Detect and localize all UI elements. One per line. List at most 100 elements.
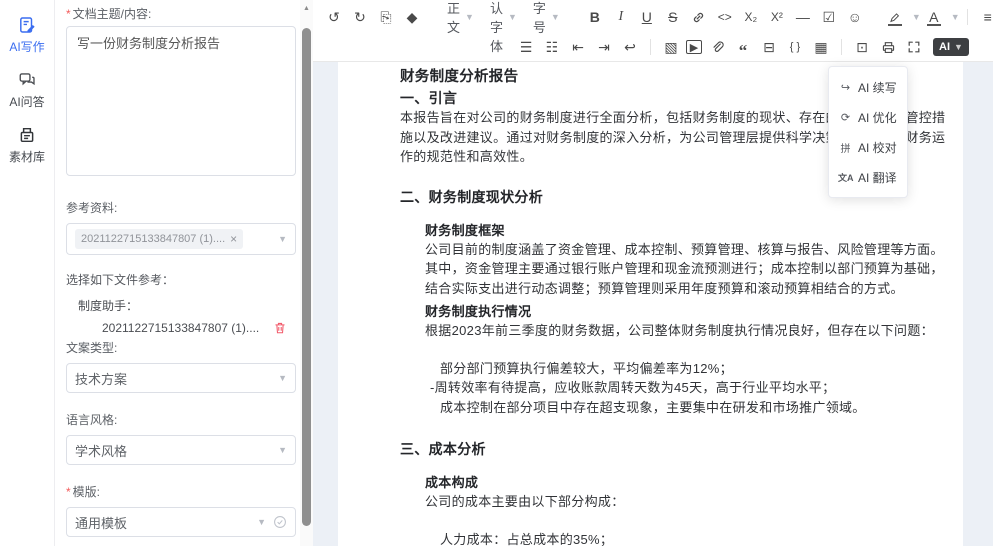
copy-type-label: 文案类型:	[66, 339, 295, 356]
toolbar-divider	[841, 39, 842, 55]
bold-icon[interactable]: B	[584, 6, 606, 28]
translate-icon: 文A	[838, 171, 853, 184]
chat-bubbles-icon	[0, 71, 54, 91]
italic-icon[interactable]: I	[610, 6, 632, 28]
ai-dropdown-menu: ↪ AI 续写 ⟳ AI 优化 拼 AI 校对 文A AI 翻译	[828, 66, 908, 198]
scrollbar-thumb[interactable]	[302, 28, 311, 526]
sidebar-item-material-library[interactable]: 素材库	[0, 126, 54, 165]
required-asterisk: *	[66, 485, 71, 499]
language-style-select[interactable]: 学术风格 ▼	[66, 435, 296, 465]
doc-issue-item: 成本控制在部分项目中存在超支现象，主要集中在研发和市场推广领域。	[440, 398, 951, 418]
embed-page-icon[interactable]: ⊡	[851, 36, 873, 58]
topic-input[interactable]: 写一份财务制度分析报告	[66, 26, 296, 176]
code-block-icon[interactable]: { }	[784, 36, 806, 58]
referenced-file-name: 2021122715133847807 (1)....	[102, 321, 273, 335]
highlight-color-icon[interactable]	[884, 6, 906, 28]
template-label: *模版:	[66, 483, 295, 500]
format-painter-icon[interactable]: ⎘	[375, 6, 397, 28]
referenced-file-row: 2021122715133847807 (1)....	[66, 321, 295, 335]
blockquote-icon[interactable]: “	[732, 36, 754, 58]
sidebar-item-label: 素材库	[0, 148, 54, 165]
topic-label: *文档主题/内容:	[66, 5, 295, 22]
proofread-icon: 拼	[838, 140, 853, 155]
redo-icon[interactable]: ↻	[349, 6, 371, 28]
fullscreen-icon[interactable]	[903, 36, 925, 58]
required-asterisk: *	[66, 7, 71, 21]
checkbox-icon[interactable]: ☑	[818, 6, 840, 28]
chevron-down-icon[interactable]: ▼	[951, 12, 960, 22]
reference-select[interactable]: 2021122715133847807 (1).... × ▼	[66, 223, 296, 255]
doc-paragraph: 公司目前的制度涵盖了资金管理、成本控制、预算管理、核算与报告、风险管理等方面。其…	[425, 240, 951, 299]
font-color-icon[interactable]: A	[923, 6, 945, 28]
chevron-down-icon: ▼	[278, 445, 287, 455]
menu-item-ai-translate[interactable]: 文A AI 翻译	[829, 162, 907, 192]
app-sidebar: AI写作 AI问答 素材库	[0, 0, 55, 546]
divider-block-icon[interactable]: ⊟	[758, 36, 780, 58]
outdent-icon[interactable]: ⇤	[567, 36, 589, 58]
doc-issue-item: 部分部门预算执行偏差较大，平均偏差率为12%；	[440, 359, 951, 379]
font-family-select[interactable]: 默认字体▼	[490, 0, 517, 55]
chevron-down-icon: ▼	[278, 234, 287, 244]
doc-issue-item: -周转效率有待提高，应收账款周转天数为45天，高于行业平均水平；	[430, 378, 951, 398]
menu-item-ai-continue[interactable]: ↪ AI 续写	[829, 72, 907, 102]
assistant-label: 制度助手：	[66, 297, 295, 314]
undo-icon[interactable]: ↺	[323, 6, 345, 28]
emoji-icon[interactable]: ☺	[844, 6, 866, 28]
reference-label: 参考资料:	[66, 199, 295, 216]
optimize-icon: ⟳	[838, 111, 853, 124]
reference-file-tag[interactable]: 2021122715133847807 (1).... ×	[75, 229, 243, 249]
sidebar-item-label: AI写作	[0, 38, 54, 55]
doc-heading-execution: 财务制度执行情况	[425, 302, 951, 321]
video-icon[interactable]: ▶	[686, 40, 702, 54]
chevron-down-icon: ▼	[278, 373, 287, 383]
indent-icon[interactable]: ⇥	[593, 36, 615, 58]
scroll-up-arrow-icon[interactable]: ▲	[302, 5, 311, 12]
doc-heading-section3: 三、成本分析	[400, 439, 951, 459]
superscript-icon[interactable]: X²	[766, 6, 788, 28]
delete-file-icon[interactable]	[273, 321, 287, 335]
image-icon[interactable]: ▧	[660, 36, 682, 58]
chevron-down-icon: ▼	[954, 42, 963, 52]
doc-heading-framework: 财务制度框架	[425, 221, 951, 240]
tag-close-icon[interactable]: ×	[230, 232, 237, 246]
toolbar-divider	[650, 39, 651, 55]
subscript-icon[interactable]: X₂	[740, 6, 762, 28]
font-size-select[interactable]: 字号▼	[533, 0, 560, 36]
template-check-icon[interactable]	[273, 515, 287, 529]
paragraph-style-select[interactable]: 正文▼	[447, 0, 474, 36]
link-icon[interactable]	[688, 6, 710, 28]
ai-menu-button[interactable]: AI ▼	[933, 38, 969, 56]
toolbar-divider	[967, 9, 968, 25]
rich-text-editor: ↺ ↻ ⎘ ◆ 正文▼ 默认字体▼ 字号▼ B I U S	[313, 0, 993, 546]
attachment-icon[interactable]	[706, 36, 728, 58]
copy-type-select[interactable]: 技术方案 ▼	[66, 363, 296, 393]
bullet-list-icon[interactable]: ☰	[515, 36, 537, 58]
menu-item-ai-optimize[interactable]: ⟳ AI 优化	[829, 102, 907, 132]
table-icon[interactable]: ▦	[810, 36, 832, 58]
doc-cost-item: 人力成本：占总成本的35%；	[440, 530, 951, 546]
sidebar-item-ai-writing[interactable]: AI写作	[0, 16, 54, 55]
file-reference-label: 选择如下文件参考：	[66, 271, 295, 288]
eraser-icon[interactable]: ◆	[401, 6, 423, 28]
align-icon[interactable]: ≡	[977, 6, 993, 28]
menu-item-ai-proofread[interactable]: 拼 AI 校对	[829, 132, 907, 162]
doc-pencil-icon	[0, 16, 54, 36]
ordered-list-icon[interactable]: ☷	[541, 36, 563, 58]
horizontal-rule-icon[interactable]: —	[792, 6, 814, 28]
underline-icon[interactable]: U	[636, 6, 658, 28]
print-icon[interactable]	[877, 36, 899, 58]
code-inline-icon[interactable]: <>	[714, 6, 736, 28]
doc-paragraph: 根据2023年前三季度的财务数据，公司整体财务制度执行情况良好，但存在以下问题：	[425, 321, 951, 341]
template-select[interactable]: 通用模板 ▼	[66, 507, 296, 537]
continue-writing-icon: ↪	[838, 81, 853, 94]
language-style-label: 语言风格:	[66, 411, 295, 428]
editor-toolbar: ↺ ↻ ⎘ ◆ 正文▼ 默认字体▼ 字号▼ B I U S	[313, 0, 993, 62]
doc-paragraph: 公司的成本主要由以下部分构成：	[425, 492, 951, 512]
line-break-icon[interactable]: ↩	[619, 36, 641, 58]
chevron-down-icon: ▼	[257, 517, 266, 527]
strikethrough-icon[interactable]: S	[662, 6, 684, 28]
panel-scrollbar[interactable]: ▲	[300, 0, 313, 546]
sidebar-item-ai-qa[interactable]: AI问答	[0, 71, 54, 110]
writing-form-panel: *文档主题/内容: 写一份财务制度分析报告 参考资料: 202112271513…	[56, 0, 300, 546]
chevron-down-icon[interactable]: ▼	[912, 12, 921, 22]
